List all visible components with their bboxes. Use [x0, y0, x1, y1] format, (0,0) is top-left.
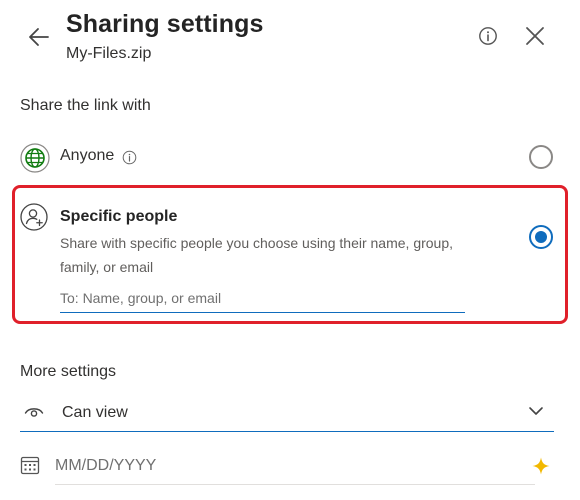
date-field-underline: [55, 484, 535, 485]
person-add-icon: [20, 203, 48, 231]
info-icon[interactable]: [122, 150, 137, 165]
specific-people-description: Share with specific people you choose us…: [60, 235, 454, 275]
anyone-label: Anyone: [60, 147, 115, 164]
eye-icon: [24, 408, 44, 417]
recipients-input[interactable]: [60, 283, 465, 313]
calendar-icon: [20, 456, 40, 475]
share-section-heading: Share the link with: [20, 97, 151, 114]
specific-people-label: Specific people: [60, 208, 178, 225]
sparkle-icon: [532, 457, 550, 475]
more-settings-heading: More settings: [20, 363, 117, 380]
close-icon[interactable]: [523, 24, 547, 48]
specific-people-radio[interactable]: [529, 225, 553, 249]
permission-value: Can view: [62, 404, 128, 421]
anyone-radio[interactable]: [529, 145, 553, 169]
info-icon[interactable]: [478, 26, 498, 46]
globe-icon: [20, 143, 50, 173]
file-name: My-Files.zip: [66, 45, 152, 62]
page-title: Sharing settings: [66, 10, 264, 38]
expiry-date-input[interactable]: [55, 452, 495, 480]
back-arrow-icon[interactable]: [26, 24, 52, 50]
chevron-down-icon[interactable]: [528, 405, 544, 417]
